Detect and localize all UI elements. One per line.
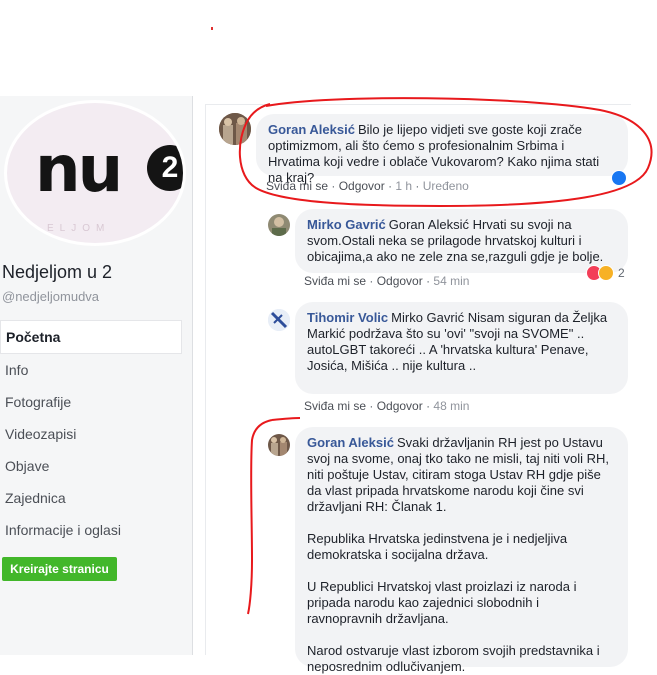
page-logo-badge: 2: [147, 145, 183, 191]
reply-link[interactable]: Odgovor: [339, 179, 385, 193]
comment-actions: Sviđa mi se · Odgovor · 1 h · Uređeno: [266, 179, 469, 193]
comment-paragraph: Narod ostvaruje vlast izborom svojih pre…: [307, 643, 600, 674]
avatar[interactable]: [268, 434, 290, 456]
avatar[interactable]: [219, 113, 251, 145]
comment-author[interactable]: Goran Aleksić: [307, 435, 394, 450]
reply-link[interactable]: Odgovor: [377, 399, 423, 413]
comment-reactions[interactable]: 2: [586, 265, 625, 281]
comment-bubble: Mirko Gavrić Goran Aleksić Hrvati su svoj…: [295, 209, 628, 273]
comment-reaction[interactable]: [611, 170, 627, 186]
comment-time[interactable]: 48 min: [433, 399, 469, 413]
reaction-count: 2: [618, 266, 625, 280]
avatar-photo-icon: [268, 214, 290, 236]
sidebar-divider: [192, 96, 193, 655]
like-link[interactable]: Sviđa mi se: [304, 399, 366, 413]
annotation-dot: [211, 27, 213, 30]
avatar-photo-icon: [219, 113, 251, 145]
avatar[interactable]: [268, 309, 290, 331]
nav-item-fotografije[interactable]: Fotografije: [0, 386, 182, 418]
reply-link[interactable]: Odgovor: [377, 274, 423, 288]
edited-label[interactable]: Uređeno: [423, 179, 469, 193]
logo-watermark: ELJOM: [47, 223, 111, 234]
nav-item-objave[interactable]: Objave: [0, 450, 182, 482]
comment-paragraph: Republika Hrvatska jedinstvena je i nedj…: [307, 531, 568, 562]
nav-item-pocetna[interactable]: Početna: [0, 320, 182, 354]
nav-item-videozapisi[interactable]: Videozapisi: [0, 418, 182, 450]
comment-paragraph: Goran Aleksić Svaki državljanin RH jest p…: [307, 435, 616, 515]
comment-time[interactable]: 1 h: [395, 179, 412, 193]
comment-author[interactable]: Mirko Gavrić: [307, 217, 386, 232]
like-link[interactable]: Sviđa mi se: [304, 274, 366, 288]
avatar-photo-icon: [268, 434, 290, 456]
comment-bubble: Goran Aleksić Svaki državljanin RH jest p…: [295, 427, 628, 674]
comment-actions: Sviđa mi se · Odgovor · 48 min: [304, 399, 470, 413]
comment-author[interactable]: Tihomir Volic: [307, 310, 388, 325]
comment-paragraph: U Republici Hrvatskoj vlast proizlazi iz…: [307, 579, 577, 626]
page-nav: Početna Info Fotografije Videozapisi Obj…: [0, 320, 182, 546]
page-logo-text: nu: [35, 133, 123, 207]
like-icon: [611, 170, 627, 186]
page-name[interactable]: Nedjeljom u 2: [2, 262, 112, 283]
page-handle[interactable]: @nedjeljomudva: [2, 289, 99, 304]
comment-bubble: Tihomir Volic Mirko Gavrić Nisam siguran …: [295, 302, 628, 394]
comment-actions: Sviđa mi se · Odgovor · 54 min: [304, 274, 470, 288]
nav-item-zajednica[interactable]: Zajednica: [0, 482, 182, 514]
nav-item-info[interactable]: Info: [0, 354, 182, 386]
like-link[interactable]: Sviđa mi se: [266, 179, 328, 193]
profile-picture[interactable]: nu 2 ELJOM: [4, 100, 186, 246]
haha-icon: [598, 265, 614, 281]
comment-author[interactable]: Goran Aleksić: [268, 122, 355, 137]
satellite-avatar-icon: [268, 309, 290, 331]
comment-time[interactable]: 54 min: [433, 274, 469, 288]
feed-top-border: [205, 104, 631, 105]
comment-bubble: Goran Aleksić Bilo je lijepo vidjeti sve …: [256, 114, 628, 185]
create-page-button[interactable]: Kreirajte stranicu: [2, 557, 117, 581]
nav-item-informacije-i-oglasi[interactable]: Informacije i oglasi: [0, 514, 182, 546]
avatar[interactable]: [268, 214, 290, 236]
